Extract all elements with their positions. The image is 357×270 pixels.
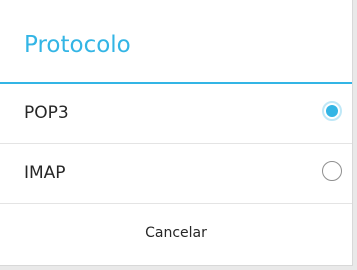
cancel-button[interactable]: Cancelar	[0, 204, 352, 264]
dialog-title: Protocolo	[24, 32, 131, 58]
option-label-pop3: POP3	[24, 103, 69, 123]
radio-button-pop3[interactable]	[322, 101, 342, 121]
radio-selected-dot	[326, 105, 338, 117]
option-label-imap: IMAP	[24, 163, 66, 183]
radio-button-imap[interactable]	[322, 161, 342, 181]
cancel-button-label: Cancelar	[145, 225, 207, 241]
dialog-header: Protocolo	[0, 0, 352, 84]
option-imap[interactable]: IMAP	[0, 144, 352, 204]
option-pop3[interactable]: POP3	[0, 84, 352, 144]
protocol-dialog: Protocolo POP3 IMAP Cancelar	[0, 0, 353, 266]
